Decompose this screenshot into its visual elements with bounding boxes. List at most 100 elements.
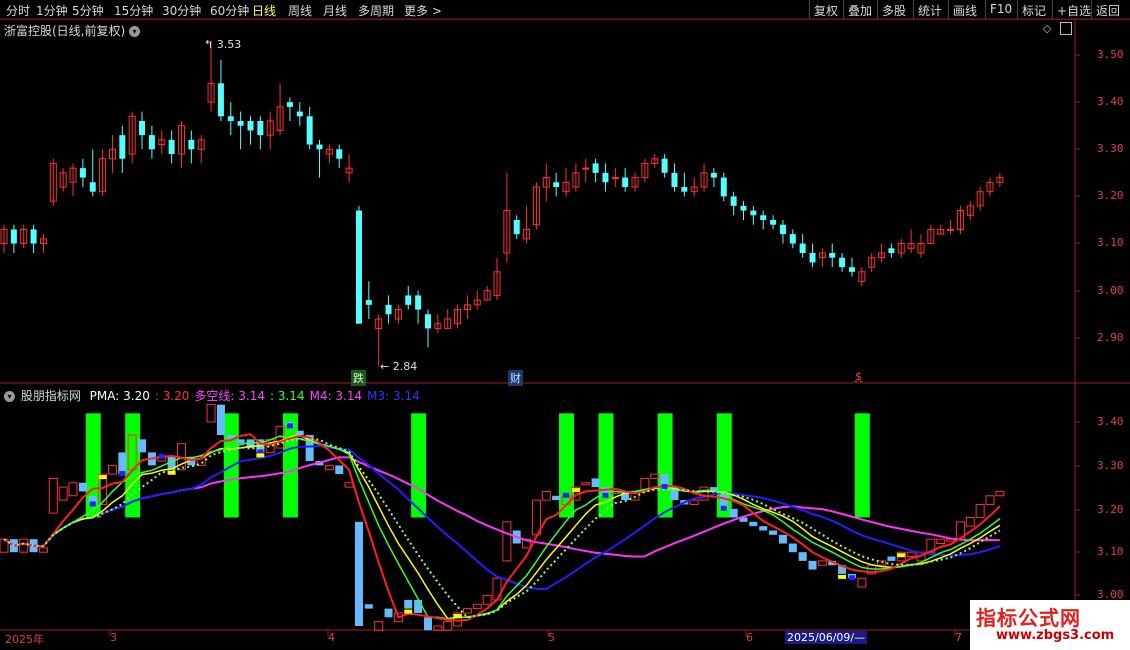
candle-body-down (405, 295, 412, 305)
kline-chart[interactable] (0, 0, 1130, 650)
low-price-label: ← 2.84 (380, 360, 418, 373)
ind-candle-down (798, 552, 807, 561)
ind-candle-up (995, 490, 1005, 497)
ind-candle-down (759, 526, 768, 531)
candle-body-down (553, 182, 560, 187)
candle-body-down (148, 135, 155, 150)
candle-body-down (760, 215, 767, 220)
candle-body-down (829, 252, 836, 258)
ind-candle-up (58, 486, 68, 501)
signal-bar (559, 413, 575, 518)
low-price-value: 2.84 (392, 360, 418, 373)
ind-candle-down (364, 604, 373, 609)
date-tick: 7 (955, 631, 962, 644)
candle-body-down (839, 257, 846, 268)
main-axis-tick: 3.50 (1097, 48, 1124, 61)
ind-candle-down (887, 556, 896, 561)
ind-candle-down (552, 495, 561, 501)
legend-item-4: M4: 3.14 (309, 389, 363, 403)
date-tick: 5 (548, 631, 555, 644)
main-axis-tick: 2.90 (1097, 331, 1124, 344)
ind-candle-up (48, 477, 58, 514)
candle-body-down (257, 120, 264, 136)
marker-yellow (571, 488, 580, 493)
ind-candle-up (581, 482, 591, 486)
candle-body-down (888, 248, 895, 253)
marker-blue (563, 492, 570, 498)
candle-body-down (740, 205, 747, 211)
ind-candle-up (472, 603, 482, 610)
ind-candle-down (236, 439, 245, 444)
indicator-axis-tick: 3.30 (1097, 459, 1124, 472)
signal-bar (657, 413, 673, 518)
event-label-dividend[interactable]: $ (855, 370, 862, 383)
ind-candle-down (138, 439, 147, 453)
marker-blue (119, 471, 126, 477)
chevron-down-icon[interactable]: ▾ (4, 391, 15, 402)
ind-candle-up (19, 538, 29, 553)
ind-candle-up (462, 608, 472, 614)
high-price-value: 3.53 (216, 38, 242, 51)
legend-item-1: : 3.20 (154, 389, 190, 403)
candle-body-down (720, 177, 727, 197)
indicator-legend-row: ▾ 股朋指标网 PMA: 3.20 : 3.20 多空线: 3.14 : 3.14 M4… (4, 387, 420, 404)
candle-body-down (424, 314, 431, 329)
indicator-name[interactable]: 股朋指标网 (21, 389, 81, 403)
ind-candle-up (877, 560, 887, 566)
candle-body-down (89, 182, 96, 192)
candle-body-up (611, 177, 619, 180)
legend-item-0: PMA: 3.20 (89, 389, 150, 403)
ind-candle-down (335, 465, 344, 475)
legend-item-2: 多空线: 3.14 (194, 389, 265, 403)
candle-body-down (10, 229, 17, 244)
chevron-down-icon[interactable]: ▾ (129, 26, 141, 37)
panel-toggle-icon[interactable] (1060, 22, 1072, 35)
marker-yellow (167, 470, 176, 475)
candle-body-down (592, 163, 599, 173)
date-tick: 6 (746, 631, 753, 644)
candle-body-down (217, 83, 224, 117)
candle-body-down (730, 196, 737, 206)
date-tick: 2025年 (5, 633, 44, 646)
date-tick: 3 (110, 631, 117, 644)
event-label-drop[interactable]: 跌 (351, 370, 366, 386)
candle-body-down (355, 210, 362, 324)
stock-title: 浙富控股(日线,前复权) (4, 24, 126, 38)
ind-candle-up (38, 547, 48, 553)
candle-body-down (385, 304, 392, 315)
candle-body-down (306, 116, 313, 145)
marker-yellow (404, 609, 413, 614)
indicator-axis-tick: 3.20 (1097, 503, 1124, 516)
main-axis-tick: 3.30 (1097, 142, 1124, 155)
candle-body-down (661, 158, 668, 173)
ind-candle-up (650, 473, 660, 479)
candle-body-down (247, 120, 254, 131)
event-label-finance[interactable]: 财 (508, 370, 523, 386)
cursor-date-badge: 2025/06/09/— (785, 631, 868, 644)
ind-candle-down (404, 599, 413, 609)
high-price-label: ↰ 3.53 (204, 38, 242, 51)
marker-yellow (256, 453, 265, 458)
watermark-title: 指标公式网 (976, 606, 1081, 630)
marker-blue (89, 501, 96, 507)
m3-line (3, 445, 1001, 591)
ind-candle-down (414, 599, 423, 613)
candle-body-down (799, 243, 806, 253)
main-axis-tick: 3.10 (1097, 236, 1124, 249)
candle-body-down (336, 149, 343, 159)
ind-candle-down (591, 478, 600, 488)
candle-body-down (681, 186, 688, 192)
ind-candle-up (482, 595, 492, 605)
ind-candle-up (206, 404, 216, 423)
candle-body-down (79, 168, 86, 178)
candle-body-down (602, 172, 609, 183)
ind-candle-down (729, 508, 738, 518)
candle-body-down (296, 111, 303, 117)
candle-body-down (139, 120, 146, 136)
main-panel-title-row: 浙富控股(日线,前复权) ▾ (4, 22, 141, 39)
diamond-icon[interactable]: ◇ (1043, 22, 1051, 35)
legend-item-3: : 3.14 (270, 389, 305, 403)
candle-body-down (168, 139, 175, 154)
marker-blue (158, 453, 165, 459)
candle-body-down (30, 229, 37, 244)
